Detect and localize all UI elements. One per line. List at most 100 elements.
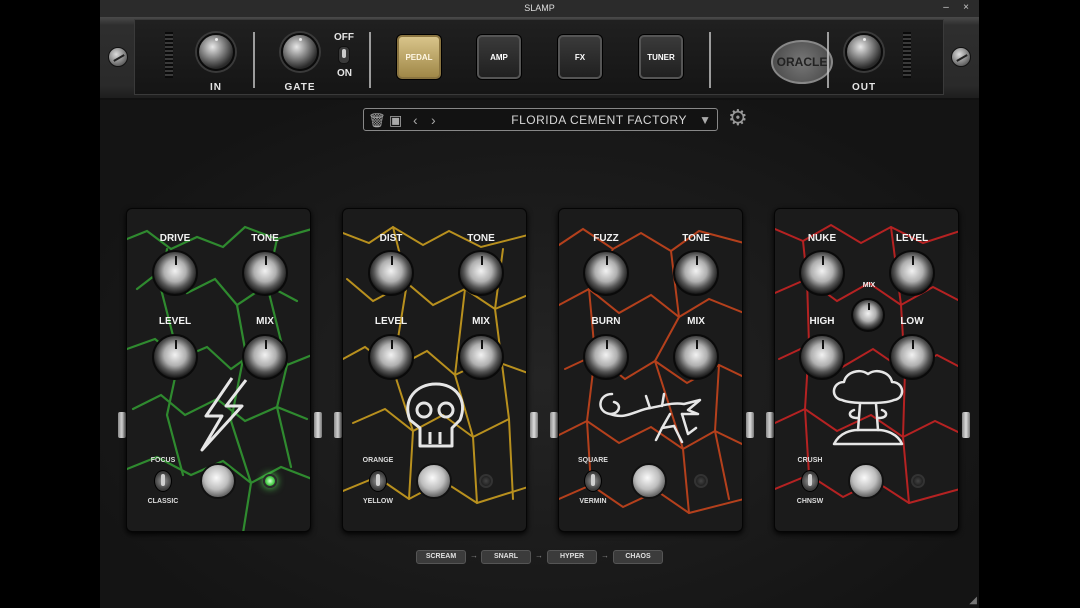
output-label: OUT xyxy=(851,82,877,93)
dist-label: DIST xyxy=(379,233,403,244)
previous-preset-icon[interactable]: ‹ xyxy=(413,111,418,129)
mushroom-cloud-icon xyxy=(832,370,904,446)
footswitch[interactable] xyxy=(416,463,452,499)
gate-label: GATE xyxy=(284,82,316,93)
tone-knob[interactable] xyxy=(458,250,504,296)
preset-name[interactable]: FLORIDA CEMENT FACTORY xyxy=(511,113,687,127)
divider xyxy=(369,32,371,88)
dist-knob[interactable] xyxy=(368,250,414,296)
mix-knob[interactable] xyxy=(242,334,288,380)
focus-label: FOCUS xyxy=(150,457,176,464)
level-knob[interactable] xyxy=(368,334,414,380)
crush-label: CRUSH xyxy=(797,457,823,464)
oracle-logo: ORACLE xyxy=(771,40,833,84)
footswitch[interactable] xyxy=(631,463,667,499)
level-label: LEVEL xyxy=(158,316,192,327)
trash-icon[interactable]: 🗑 xyxy=(368,111,386,129)
chain-item-scream[interactable]: SCREAM xyxy=(416,550,466,564)
nuke-label: NUKE xyxy=(807,233,837,244)
footswitch[interactable] xyxy=(200,463,236,499)
mix-label: MIX xyxy=(256,316,274,327)
resize-grip-icon[interactable]: ◢ xyxy=(969,595,977,606)
crush-chnsw-toggle[interactable] xyxy=(801,470,819,492)
minimize-icon[interactable]: – xyxy=(939,0,953,17)
gate-knob[interactable] xyxy=(281,33,319,71)
footswitch[interactable] xyxy=(848,463,884,499)
classic-label: CLASSIC xyxy=(147,498,179,505)
output-knob[interactable] xyxy=(845,33,883,71)
status-led xyxy=(263,474,277,488)
mode-pedal-button[interactable]: PEDAL xyxy=(397,35,441,79)
preset-bar: 🗑 ▣ ‹ › FLORIDA CEMENT FACTORY ▼ xyxy=(363,108,718,131)
tone-label: TONE xyxy=(467,233,495,244)
mix-knob[interactable] xyxy=(851,298,885,332)
mix-label: MIX xyxy=(472,316,490,327)
tone-knob[interactable] xyxy=(242,250,288,296)
mode-fx-button[interactable]: FX xyxy=(558,35,602,79)
mix-label: MIX xyxy=(862,282,876,289)
output-jack xyxy=(746,412,754,438)
divider xyxy=(253,32,255,88)
mode-tuner-button[interactable]: TUNER xyxy=(639,35,683,79)
speaker-grille-icon xyxy=(903,32,911,78)
divider xyxy=(709,32,711,88)
gear-icon[interactable]: ⚙ xyxy=(728,106,748,130)
mix-label: MIX xyxy=(687,316,705,327)
status-led xyxy=(694,474,708,488)
input-knob[interactable] xyxy=(197,33,235,71)
next-preset-icon[interactable]: › xyxy=(431,111,436,129)
app-window: SLAMP – × IN GATE OFF ON PEDAL AMP FX TU… xyxy=(100,0,979,608)
level-knob[interactable] xyxy=(152,334,198,380)
vermin-label: VERMIN xyxy=(579,498,607,505)
speaker-grille-icon xyxy=(165,32,173,78)
burn-label: BURN xyxy=(591,316,621,327)
chain-item-hyper[interactable]: HYPER xyxy=(547,550,597,564)
status-led xyxy=(911,474,925,488)
gate-toggle[interactable] xyxy=(338,46,350,64)
status-led xyxy=(479,474,493,488)
square-vermin-toggle[interactable] xyxy=(584,470,602,492)
divider xyxy=(827,32,829,88)
skull-icon xyxy=(406,382,464,448)
input-jack xyxy=(334,412,342,438)
mix-knob[interactable] xyxy=(673,334,719,380)
chevron-down-icon[interactable]: ▼ xyxy=(699,111,711,129)
output-jack xyxy=(962,412,970,438)
tone-label: TONE xyxy=(251,233,279,244)
orange-yellow-toggle[interactable] xyxy=(369,470,387,492)
close-icon[interactable]: × xyxy=(959,0,973,17)
chain-item-chaos[interactable]: CHAOS xyxy=(613,550,663,564)
focus-classic-toggle[interactable] xyxy=(154,470,172,492)
gate-on-label: ON xyxy=(337,68,352,79)
high-label: HIGH xyxy=(809,316,835,327)
title-bar: SLAMP – × xyxy=(100,0,979,17)
yellow-label: YELLOW xyxy=(363,498,393,505)
input-jack xyxy=(550,412,558,438)
mix-knob[interactable] xyxy=(458,334,504,380)
nuke-knob[interactable] xyxy=(799,250,845,296)
output-jack xyxy=(314,412,322,438)
drive-label: DRIVE xyxy=(159,233,191,244)
lightning-bolt-icon xyxy=(200,377,248,452)
drive-knob[interactable] xyxy=(152,250,198,296)
fuzz-label: FUZZ xyxy=(593,233,619,244)
arrow-right-icon: → xyxy=(470,551,478,560)
fuzz-knob[interactable] xyxy=(583,250,629,296)
rack-panel: IN GATE OFF ON PEDAL AMP FX TUNER ORACLE… xyxy=(134,19,944,95)
mode-amp-button[interactable]: AMP xyxy=(477,35,521,79)
gate-off-label: OFF xyxy=(334,32,354,43)
level-knob[interactable] xyxy=(889,250,935,296)
lizard-icon xyxy=(599,392,702,444)
screw-icon xyxy=(108,47,128,67)
low-label: LOW xyxy=(900,316,924,327)
orange-label: ORANGE xyxy=(362,457,394,464)
save-preset-icon[interactable]: ▣ xyxy=(389,111,402,129)
window-title: SLAMP xyxy=(524,3,555,13)
tone-label: TONE xyxy=(682,233,710,244)
square-label: SQUARE xyxy=(578,457,608,464)
output-jack xyxy=(530,412,538,438)
chnsw-label: CHNSW xyxy=(796,498,824,505)
tone-knob[interactable] xyxy=(673,250,719,296)
burn-knob[interactable] xyxy=(583,334,629,380)
chain-item-snarl[interactable]: SNARL xyxy=(481,550,531,564)
